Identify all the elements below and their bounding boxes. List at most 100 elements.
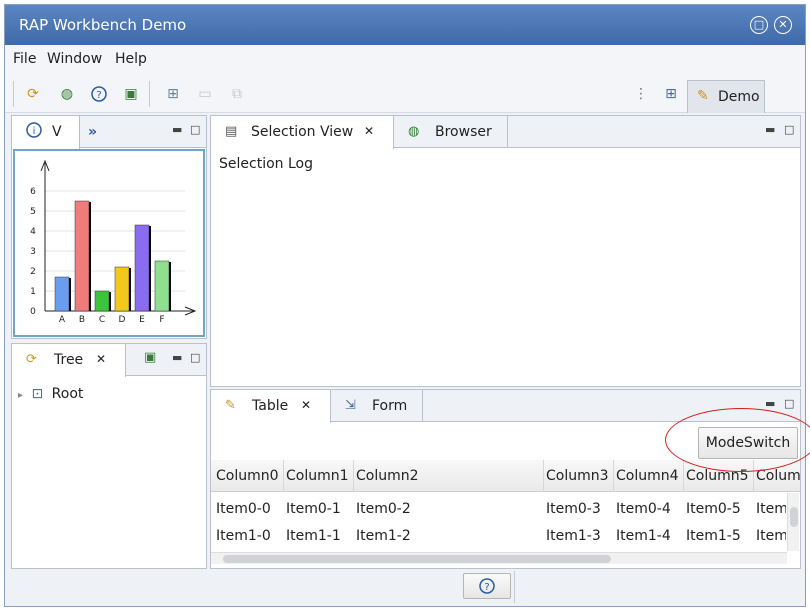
table-row[interactable]: Item0-0 Item0-1 Item0-2 Item0-3 Item0-4 … [211, 493, 786, 521]
y-tick-label: 5 [30, 207, 36, 217]
close-tab-icon[interactable]: ✕ [96, 352, 106, 366]
y-tick-label: 1 [30, 287, 36, 297]
column-header[interactable]: Column4 [616, 468, 679, 484]
vertical-scrollbar[interactable] [787, 493, 799, 551]
minimize-icon[interactable]: ▬ [172, 351, 182, 364]
tree-item-root[interactable]: ▸ ⊡ Root [18, 386, 83, 402]
menu-bar: File Window Help [5, 45, 805, 73]
x-tick-label: A [59, 315, 66, 325]
table-body: Item0-0 Item0-1 Item0-2 Item0-3 Item0-4 … [211, 493, 786, 551]
table-cell: Item1-0 [216, 528, 271, 544]
maximize-view-icon[interactable]: □ [190, 351, 200, 364]
open-perspective-icon[interactable]: ⊞ [661, 84, 681, 104]
svg-text:?: ? [484, 582, 489, 593]
column-divider[interactable] [683, 460, 684, 492]
chart-view-tabbar: i V » ▬ □ [12, 116, 206, 149]
close-tab-icon[interactable]: ✕ [301, 398, 311, 412]
title-bar: RAP Workbench Demo □ ✕ [5, 5, 805, 45]
x-tick-label: D [119, 315, 126, 325]
maximize-view-icon[interactable]: □ [190, 123, 200, 136]
document-icon: ▤ [225, 124, 238, 139]
inbox-icon: ⇲ [345, 398, 356, 413]
help-button[interactable]: ? [463, 573, 511, 599]
y-tick-label: 0 [30, 307, 36, 317]
export-icon[interactable]: ▣ [121, 84, 141, 104]
y-tick-label: 3 [30, 247, 36, 257]
table-cell: Item [756, 501, 786, 517]
minimize-icon[interactable]: ▬ [765, 123, 775, 136]
table-cell: Item1-5 [686, 528, 741, 544]
new-window-icon[interactable]: ⊞ [163, 84, 183, 104]
tab-v[interactable]: i V [12, 116, 80, 149]
toolbar-separator [13, 81, 14, 107]
horizontal-scrollbar[interactable] [211, 552, 787, 564]
column-divider[interactable] [613, 460, 614, 492]
toolbar-separator [149, 81, 150, 107]
tab-table-label: Table [252, 398, 289, 414]
minimize-icon[interactable]: ▬ [172, 123, 182, 136]
bar [134, 224, 150, 312]
scrollbar-thumb[interactable] [223, 555, 611, 563]
window-title: RAP Workbench Demo [19, 16, 187, 34]
column-header[interactable]: Column2 [356, 468, 419, 484]
globe-icon[interactable]: ◍ [57, 84, 77, 104]
chart-view: i V » ▬ □ 0 1 2 3 4 5 6 A B C D E F [11, 115, 207, 339]
tab-selection-view[interactable]: ▤ Selection View ✕ [211, 116, 394, 149]
help-icon[interactable]: ? [89, 84, 109, 104]
column-divider[interactable] [543, 460, 544, 492]
tab-form[interactable]: ⇲ Form [331, 390, 423, 422]
perspective-label: Demo [718, 89, 760, 105]
chart-frame: 0 1 2 3 4 5 6 A B C D E F [13, 149, 205, 337]
tree-icon: ⟳ [26, 352, 37, 367]
scrollbar-thumb[interactable] [790, 507, 798, 527]
column-header[interactable]: Column3 [546, 468, 609, 484]
column-divider[interactable] [283, 460, 284, 492]
bar [74, 200, 90, 312]
close-icon[interactable]: ✕ [774, 16, 792, 34]
y-tick-label: 4 [30, 227, 36, 237]
export-icon[interactable]: ▣ [144, 350, 156, 365]
tab-selection-label: Selection View [251, 124, 354, 140]
tab-tree[interactable]: ⟳ Tree ✕ [12, 344, 126, 377]
expand-icon[interactable]: ▸ [18, 390, 23, 401]
close-tab-icon[interactable]: ✕ [364, 124, 374, 138]
status-separator [514, 571, 515, 603]
tab-table[interactable]: ✎ Table ✕ [211, 390, 331, 423]
menu-window[interactable]: Window [47, 51, 102, 67]
maximize-view-icon[interactable]: □ [784, 123, 794, 136]
selection-view-tabbar: ▤ Selection View ✕ ◍ Browser ▬ □ [211, 116, 800, 149]
maximize-icon[interactable]: □ [750, 16, 768, 34]
column-header[interactable]: Column1 [286, 468, 349, 484]
menu-file[interactable]: File [13, 51, 36, 67]
status-bar: ? [5, 571, 805, 606]
table-cell: Item0-0 [216, 501, 271, 517]
menu-help[interactable]: Help [115, 51, 147, 67]
table-cell: Item1-1 [286, 528, 341, 544]
table-cell: Item0-3 [546, 501, 601, 517]
toolbar: ⟳ ◍ ? ▣ ⊞ ▭ ⧉ ⋮ ⊞ ✎ Demo [5, 73, 805, 113]
maximize-view-icon[interactable]: □ [784, 397, 794, 410]
column-divider[interactable] [353, 460, 354, 492]
minimize-icon[interactable]: ▬ [765, 397, 775, 410]
refresh-icon[interactable]: ⟳ [23, 84, 43, 104]
highlight-ellipse [665, 408, 810, 472]
tab-browser[interactable]: ◍ Browser [394, 116, 508, 148]
tab-tree-label: Tree [54, 352, 84, 368]
save-icon: ▭ [198, 86, 212, 102]
root-node-icon: ⊡ [31, 386, 44, 402]
bar [114, 266, 130, 312]
table-row[interactable]: Item1-0 Item1-1 Item1-2 Item1-3 Item1-4 … [211, 521, 786, 549]
perspective-demo-button[interactable]: ✎ Demo [687, 80, 765, 113]
bar [94, 290, 110, 312]
y-tick-label: 2 [30, 267, 36, 277]
tab-overflow[interactable]: » [80, 116, 110, 148]
table-cell: Item0-5 [686, 501, 741, 517]
save-all-icon: ⧉ [232, 86, 242, 102]
column-header[interactable]: Column0 [216, 468, 279, 484]
more-icon[interactable]: ⋮ [631, 84, 651, 104]
x-tick-label: C [99, 315, 105, 325]
tree-root-label: Root [51, 386, 84, 402]
table-cell: Item1-4 [616, 528, 671, 544]
table-cell: Item0-2 [356, 501, 411, 517]
y-tick-label: 6 [30, 187, 36, 197]
